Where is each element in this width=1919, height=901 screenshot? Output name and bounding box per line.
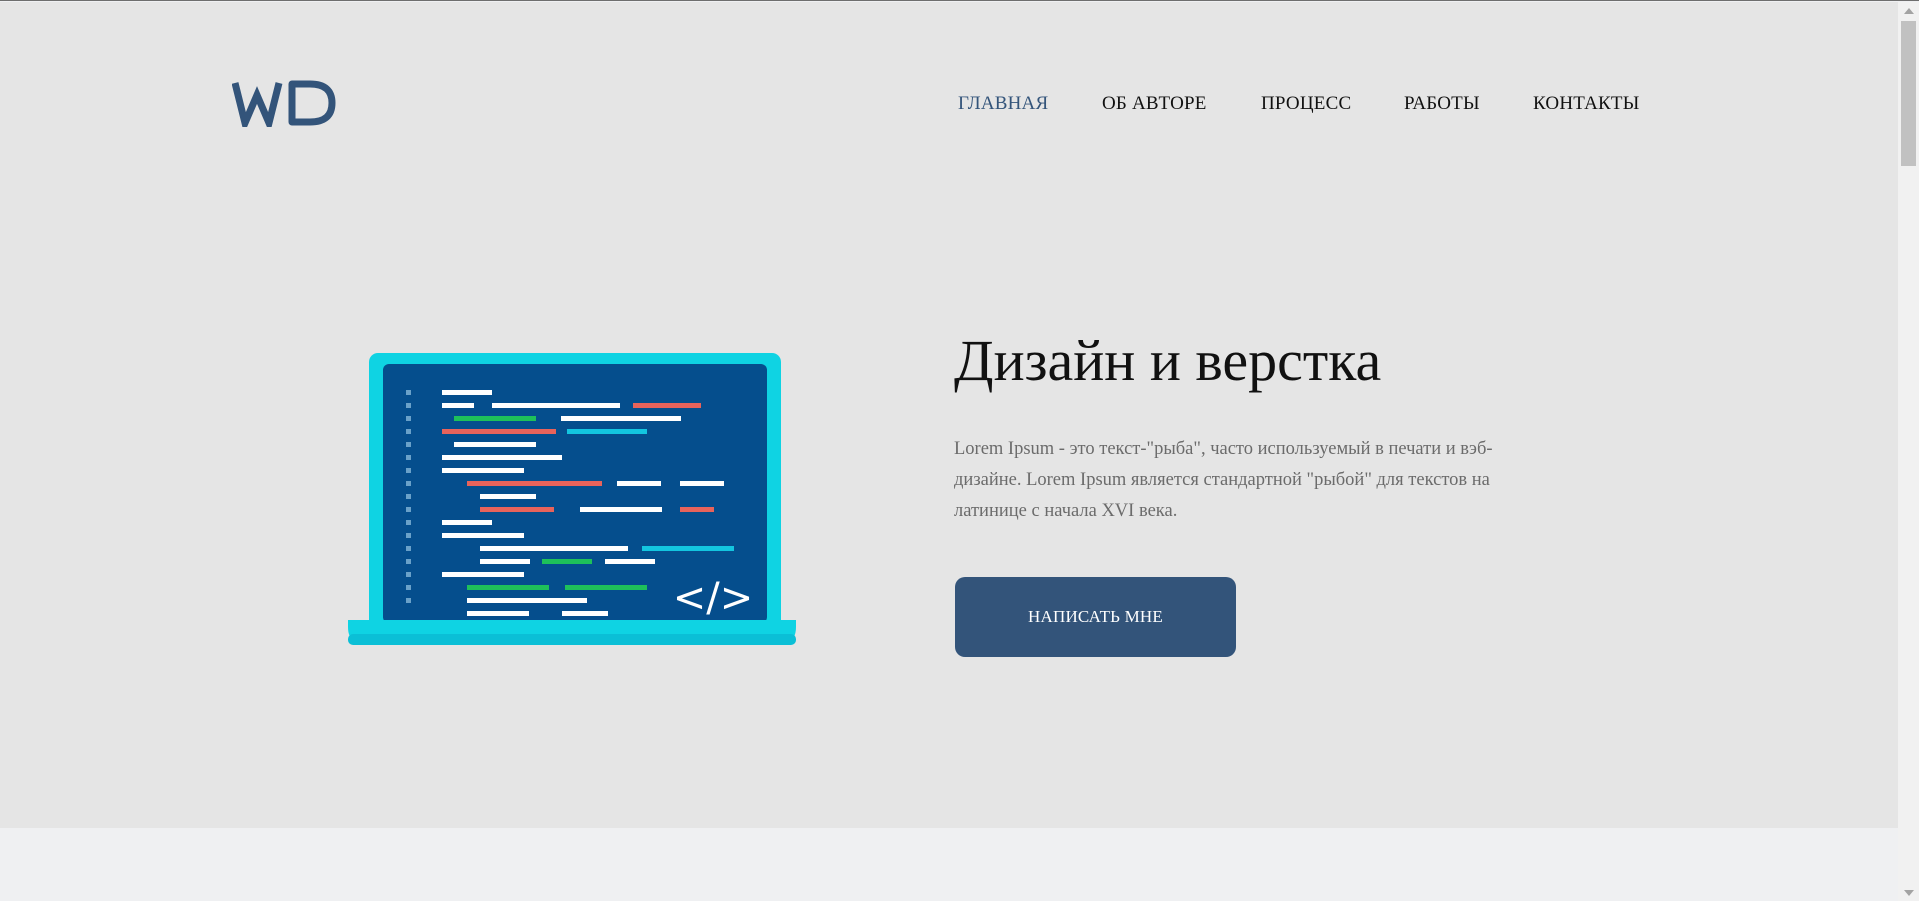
page-scrollbar[interactable] (1898, 2, 1919, 901)
nav-item-works[interactable]: РАБОТЫ (1404, 93, 1480, 115)
nav-item-about[interactable]: ОБ АВТОРЕ (1102, 93, 1207, 115)
scroll-thumb[interactable] (1901, 21, 1916, 166)
write-me-button[interactable]: НАПИСАТЬ МНЕ (955, 577, 1236, 657)
logo-icon[interactable] (232, 79, 338, 127)
scroll-up-icon[interactable] (1904, 8, 1914, 14)
code-symbol: </> (673, 575, 754, 621)
next-section (0, 828, 1898, 901)
page-title: Дизайн и верстка (954, 328, 1382, 393)
nav-item-process[interactable]: ПРОЦЕСС (1261, 93, 1351, 115)
hero-description: Lorem Ipsum - это текст-"рыба", часто ис… (954, 439, 1493, 521)
nav-item-home[interactable]: ГЛАВНАЯ (958, 93, 1048, 115)
scroll-down-icon[interactable] (1904, 890, 1914, 896)
laptop-code-icon: </> (348, 353, 796, 645)
nav-item-contacts[interactable]: КОНТАКТЫ (1533, 93, 1639, 115)
